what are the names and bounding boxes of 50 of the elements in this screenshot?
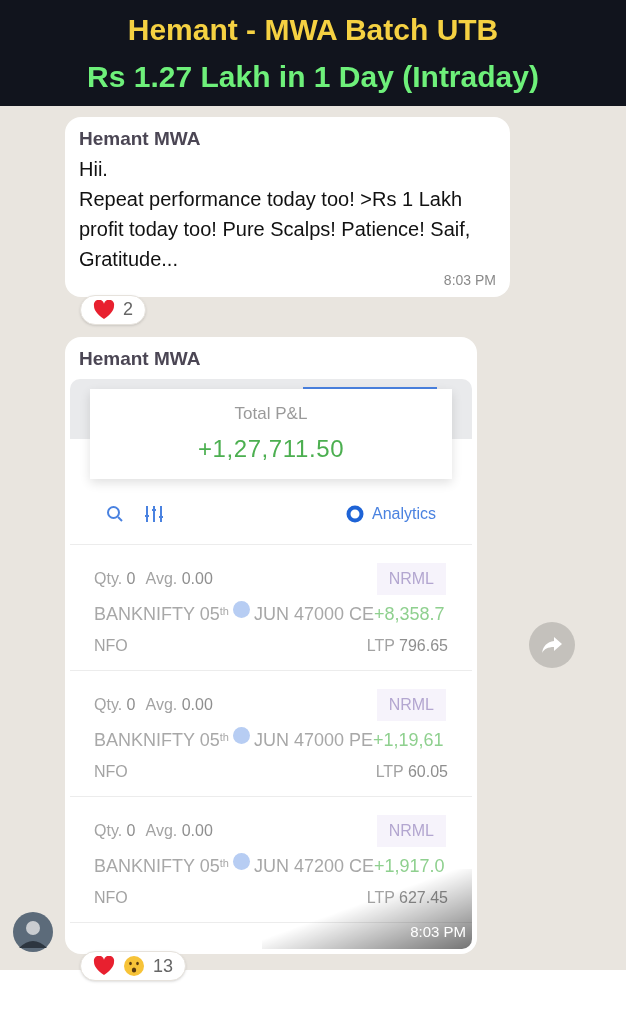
reaction-count: 13	[153, 954, 174, 978]
instrument-name: BANKNIFTY 05$^{th}$	[94, 855, 229, 878]
analytics-button[interactable]: Analytics	[345, 501, 436, 526]
message-text: Repeat performance today too! >Rs 1 Lakh profit today too! Pure Scalps! Patience! Saif, Gratitude...	[79, 186, 471, 272]
total-pnl-value: +1,27,711.50	[197, 433, 345, 464]
sender-name: Hemant MWA	[79, 127, 202, 151]
ltp-text: LTP 60.05	[375, 762, 448, 782]
sender-name: Hemant MWA	[78, 346, 202, 371]
heart-icon	[93, 956, 115, 976]
quantity-text: Qty. 0	[94, 569, 136, 589]
pnl-value: +1,19,61	[373, 729, 444, 752]
avatar[interactable]	[12, 912, 53, 952]
ring-icon	[345, 504, 364, 523]
filter-sliders-icon[interactable]	[144, 504, 164, 523]
search-icon[interactable]	[106, 504, 124, 523]
contract-text: JUN 47000 PE	[253, 729, 373, 752]
average-price-text: Avg. 0.00	[145, 569, 213, 589]
weekly-icon	[232, 853, 250, 870]
message-time: 8:03 PM	[443, 270, 496, 290]
message-time: 8:03 PM	[410, 921, 466, 942]
reaction-pill[interactable]: 2	[80, 294, 146, 325]
product-tag: NRML	[376, 689, 446, 721]
instrument-name: BANKNIFTY 05$^{th}$	[94, 603, 229, 626]
product-tag: NRML	[376, 815, 446, 847]
product-tag: NRML	[376, 563, 446, 595]
contract-text: JUN 47000 CE	[253, 603, 374, 626]
total-pnl-label: Total P&L	[234, 403, 308, 426]
weekly-icon	[232, 601, 250, 618]
message-text: Hii.	[79, 156, 108, 182]
exchange-text: NFO	[94, 888, 128, 908]
reaction-count: 2	[123, 298, 133, 321]
surprised-emoji-icon	[123, 955, 145, 977]
pnl-value: +1,917.0	[373, 855, 445, 878]
exchange-text: NFO	[94, 636, 128, 656]
reaction-pill[interactable]: 13	[80, 951, 187, 981]
pnl-value: +8,358.7	[373, 603, 445, 626]
contract-text: JUN 47200 CE	[253, 855, 374, 878]
banner-subtitle: Rs 1.27 Lakh in 1 Day (Intraday)	[87, 59, 539, 95]
average-price-text: Avg. 0.00	[145, 821, 213, 841]
exchange-text: NFO	[94, 762, 128, 782]
weekly-icon	[232, 727, 250, 744]
ltp-text: LTP 796.65	[366, 636, 448, 656]
banner-title: Hemant - MWA Batch UTB	[127, 12, 499, 48]
instrument-name: BANKNIFTY 05$^{th}$	[94, 729, 229, 752]
quantity-text: Qty. 0	[94, 695, 136, 715]
forward-arrow-icon	[540, 636, 563, 655]
quantity-text: Qty. 0	[94, 821, 136, 841]
heart-icon	[93, 299, 115, 320]
ltp-text: LTP 627.45	[366, 888, 448, 908]
average-price-text: Avg. 0.00	[145, 695, 213, 715]
